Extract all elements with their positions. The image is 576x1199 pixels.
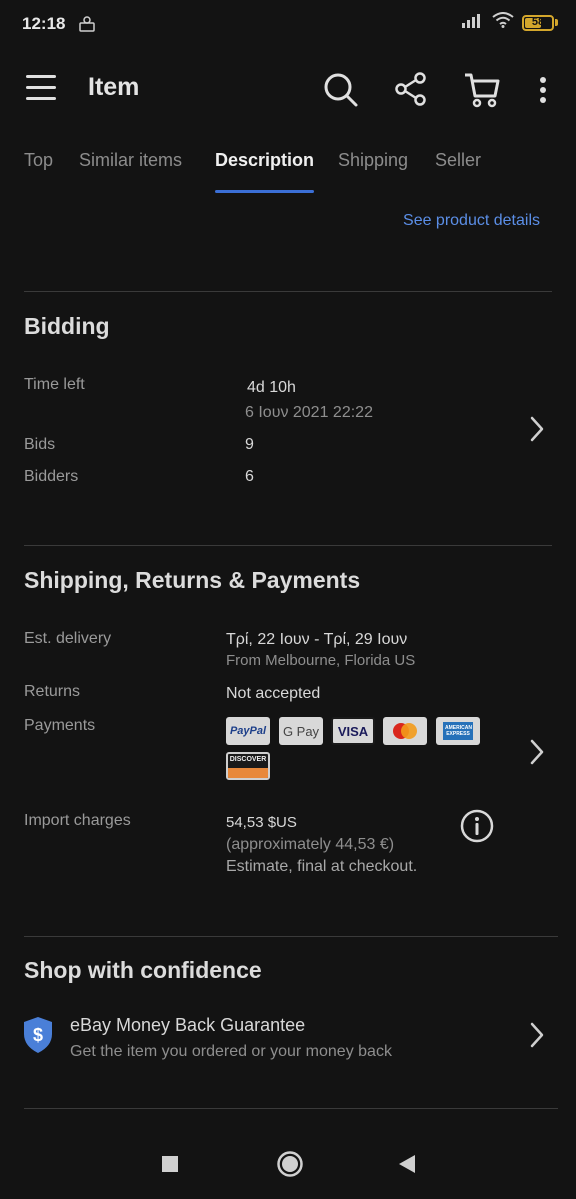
- import-charges-label: Import charges: [24, 812, 131, 829]
- delivery-value: Τρί, 22 Ιουν - Τρί, 29 Ιουν: [226, 631, 408, 648]
- returns-value: Not accepted: [226, 685, 321, 702]
- tab-seller[interactable]: Seller: [435, 150, 481, 171]
- guarantee-subtitle: Get the item you ordered or your money b…: [70, 1043, 392, 1060]
- bids-value: 9: [245, 436, 254, 453]
- import-note: Estimate, final at checkout.: [226, 858, 418, 875]
- bids-label: Bids: [24, 436, 56, 453]
- tab-similar-items[interactable]: Similar items: [79, 150, 182, 171]
- status-time: 12:18: [22, 14, 66, 33]
- see-product-details-link[interactable]: See product details: [403, 212, 540, 230]
- chevron-right-icon: [530, 416, 544, 447]
- bidders-label: Bidders: [24, 468, 79, 485]
- tab-shipping[interactable]: Shipping: [338, 150, 408, 171]
- bidders-value: 6: [245, 468, 254, 485]
- time-left-label: Time left: [24, 376, 85, 393]
- bidding-title: Bidding: [24, 313, 110, 339]
- more-options-icon[interactable]: [538, 76, 548, 109]
- divider: [24, 291, 552, 292]
- confidence-title: Shop with confidence: [24, 957, 262, 983]
- import-charges-value: 54,53 $US: [226, 814, 297, 831]
- guarantee-title: eBay Money Back Guarantee: [70, 1015, 306, 1035]
- returns-label: Returns: [24, 683, 81, 700]
- cart-icon[interactable]: [464, 72, 500, 113]
- chevron-right-icon: [530, 739, 544, 770]
- back-button[interactable]: [397, 1154, 417, 1179]
- delivery-from: From Melbourne, Florida US: [226, 652, 416, 669]
- home-button[interactable]: [276, 1150, 304, 1183]
- recents-button[interactable]: [161, 1155, 179, 1178]
- svg-text:$: $: [33, 1025, 43, 1045]
- battery-icon: 58: [522, 14, 554, 31]
- share-icon[interactable]: [394, 72, 428, 111]
- divider: [24, 1108, 558, 1109]
- tab-top[interactable]: Top: [24, 150, 53, 171]
- shield-dollar-icon: $: [22, 1016, 54, 1059]
- mastercard-icon: [383, 717, 427, 745]
- amex-icon: AMERICAN EXPRESS: [436, 717, 480, 745]
- notification-icon: [78, 15, 96, 38]
- chevron-right-icon: [530, 1022, 544, 1053]
- signal-icon: [462, 12, 484, 33]
- menu-icon[interactable]: [26, 72, 58, 109]
- divider: [24, 545, 552, 546]
- discover-icon: DISCOVER: [226, 752, 270, 780]
- tab-indicator: [215, 190, 314, 193]
- time-left-value: 4d 10h: [247, 379, 296, 396]
- page-title: Item: [88, 73, 140, 101]
- paypal-icon: PayPal: [226, 717, 270, 745]
- google-pay-icon: G Pay: [279, 717, 323, 745]
- money-back-guarantee-row[interactable]: $ eBay Money Back Guarantee Get the item…: [0, 1005, 576, 1070]
- shipping-details-row[interactable]: Est. delivery Τρί, 22 Ιουν - Τρί, 29 Ιου…: [0, 615, 576, 790]
- shipping-title: Shipping, Returns & Payments: [24, 567, 361, 593]
- status-icons: 58: [462, 12, 558, 33]
- bidding-details-row[interactable]: Time left 4d 10h 6 Ιουν 2021 22:22 Bids …: [0, 360, 576, 500]
- info-icon[interactable]: [460, 809, 494, 848]
- import-approx: (approximately 44,53 €): [226, 836, 395, 853]
- delivery-label: Est. delivery: [24, 630, 112, 647]
- visa-icon: VISA: [331, 717, 375, 745]
- payments-label: Payments: [24, 717, 96, 734]
- tab-description[interactable]: Description: [215, 150, 314, 171]
- end-date: 6 Ιουν 2021 22:22: [245, 404, 373, 421]
- search-icon[interactable]: [323, 72, 359, 113]
- wifi-icon: [492, 12, 514, 33]
- divider: [24, 936, 558, 937]
